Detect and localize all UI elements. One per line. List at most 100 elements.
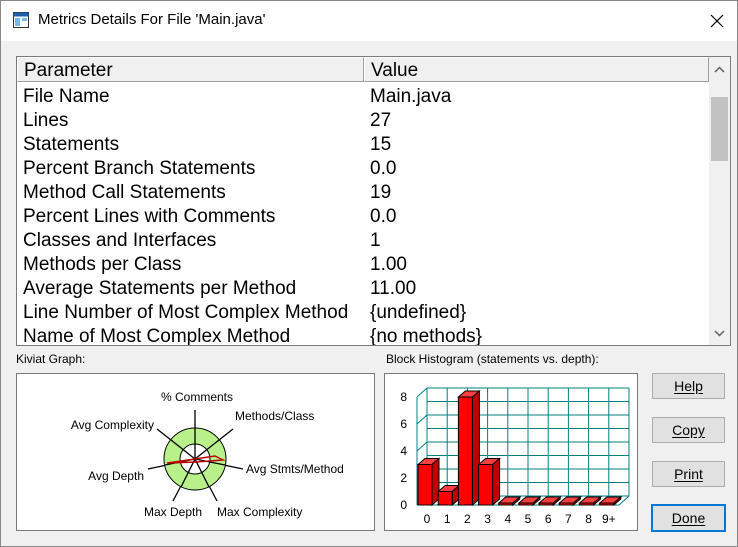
x-tick-label: 8 [585, 512, 592, 526]
value-cell: 0.0 [370, 206, 397, 227]
copy-button[interactable]: Copy [652, 417, 725, 443]
parameter-cell: Line Number of Most Complex Method [23, 302, 349, 323]
help-button[interactable]: Help [652, 373, 725, 399]
y-tick-label: 8 [400, 390, 407, 404]
y-tick-label: 2 [400, 471, 407, 485]
table-row[interactable]: Percent Branch Statements 0.0 [17, 157, 709, 181]
grid-line [416, 441, 428, 452]
vertical-scrollbar[interactable] [709, 57, 730, 345]
histogram-y-ticks: 0 2 4 6 8 [400, 390, 407, 512]
value-cell: 27 [370, 110, 392, 131]
table-row[interactable]: File Name Main.java [17, 85, 709, 109]
table-row[interactable]: Percent Lines with Comments 0.0 [17, 205, 709, 229]
x-tick-label: 6 [545, 512, 552, 526]
kiviat-axis-label: Max Complexity [217, 505, 302, 519]
value-cell: {no methods} [370, 326, 482, 346]
scroll-down-button[interactable] [709, 321, 730, 345]
parameter-cell: Lines [23, 110, 69, 131]
histogram-bar [598, 495, 623, 507]
value-cell: 1 [370, 230, 381, 251]
histogram-panel: 02468 0 1 2 3 4 5 6 7 8 9+ [384, 373, 638, 531]
help-button-label: Help [674, 378, 703, 394]
scrollbar-thumb[interactable] [711, 97, 728, 161]
kiviat-axis-label: Max Depth [144, 505, 202, 519]
value-cell: 0.0 [370, 158, 397, 179]
value-cell: {undefined} [370, 302, 467, 323]
close-icon [710, 14, 724, 28]
x-tick-label: 0 [424, 512, 431, 526]
table-row[interactable]: Lines 27 [17, 109, 709, 133]
block-histogram: 02468 0 1 2 3 4 5 6 7 8 9+ [400, 387, 630, 526]
table-row[interactable]: Classes and Interfaces 1 [17, 229, 709, 253]
done-button-label: Done [671, 510, 706, 526]
value-cell: Main.java [370, 86, 452, 107]
histogram-x-ticks: 0 1 2 3 4 5 6 7 8 9+ [424, 512, 616, 526]
grid-line [416, 414, 428, 425]
y-tick-label: 6 [400, 417, 407, 431]
parameter-cell: File Name [23, 86, 110, 107]
column-header-value[interactable]: Value [364, 57, 709, 82]
histogram-bar [537, 495, 562, 507]
kiviat-graph-label: Kiviat Graph: [16, 352, 86, 366]
histogram-bar [497, 495, 522, 507]
print-button[interactable]: Print [652, 461, 725, 487]
histogram-bar [558, 495, 582, 507]
histogram-bar [436, 484, 461, 507]
histogram-bar [578, 495, 602, 507]
kiviat-axis-label: Avg Complexity [71, 418, 154, 432]
metrics-dialog: Metrics Details For File 'Main.java' Par… [0, 0, 738, 547]
parameter-cell: Name of Most Complex Method [23, 326, 291, 346]
print-button-label: Print [674, 466, 703, 482]
parameter-cell: Statements [23, 134, 120, 155]
parameter-cell: Percent Branch Statements [23, 158, 256, 179]
x-tick-label: 4 [504, 512, 511, 526]
close-button[interactable] [697, 5, 737, 37]
x-tick-label: 3 [484, 512, 491, 526]
window-title: Metrics Details For File 'Main.java' [38, 11, 266, 28]
value-cell: 19 [370, 182, 392, 203]
x-tick-label: 7 [565, 512, 572, 526]
chevron-up-icon [714, 65, 725, 73]
y-tick-label: 0 [400, 498, 407, 512]
kiviat-axis-label: Avg Depth [88, 469, 144, 483]
copy-button-label: Copy [672, 422, 705, 438]
x-tick-label: 1 [444, 512, 451, 526]
chevron-down-icon [714, 329, 725, 337]
done-button[interactable]: Done [651, 504, 726, 532]
table-row[interactable]: Method Call Statements 19 [17, 181, 709, 205]
table-row[interactable]: Methods per Class 1.00 [17, 253, 709, 277]
app-window-icon [13, 12, 29, 28]
grid-line [416, 387, 428, 398]
parameter-cell: Methods per Class [23, 254, 182, 275]
value-cell: 1.00 [370, 254, 407, 275]
histogram-bar [517, 495, 542, 507]
parameter-cell: Classes and Interfaces [23, 230, 217, 251]
histogram-label: Block Histogram (statements vs. depth): [386, 352, 599, 366]
title-bar: Metrics Details For File 'Main.java' [1, 1, 737, 41]
x-tick-label: 2 [464, 512, 471, 526]
table-body: File Name Main.java Lines 27 Statements 15 … [17, 85, 709, 346]
y-tick-label: 4 [400, 444, 407, 458]
table-row[interactable]: Average Statements per Method 11.00 [17, 277, 709, 301]
kiviat-axis-label: Avg Stmts/Method [246, 462, 344, 476]
scroll-up-button[interactable] [709, 57, 730, 81]
histogram-bar [457, 389, 481, 507]
value-cell: 15 [370, 134, 392, 155]
kiviat-graph: % Comments Methods/Class Avg Stmts/Metho… [71, 390, 344, 519]
table-row[interactable]: Line Number of Most Complex Method {undef… [17, 301, 709, 325]
histogram-bar [477, 457, 501, 507]
parameter-cell: Method Call Statements [23, 182, 226, 203]
parameter-cell: Average Statements per Method [23, 278, 297, 299]
kiviat-graph-panel: % Comments Methods/Class Avg Stmts/Metho… [16, 373, 375, 531]
x-tick-label: 9+ [602, 512, 616, 526]
kiviat-axis-label: % Comments [161, 390, 233, 404]
value-cell: 11.00 [370, 278, 417, 299]
table-row[interactable]: Name of Most Complex Method {no methods} [17, 325, 709, 346]
column-header-parameter[interactable]: Parameter [17, 57, 364, 82]
histogram-bars [416, 389, 623, 507]
parameter-cell: Percent Lines with Comments [23, 206, 276, 227]
metrics-table[interactable]: Parameter Value File Name Main.java Lines… [16, 56, 731, 346]
table-header: Parameter Value [17, 57, 709, 84]
table-row[interactable]: Statements 15 [17, 133, 709, 157]
kiviat-axis-label: Methods/Class [235, 409, 314, 423]
